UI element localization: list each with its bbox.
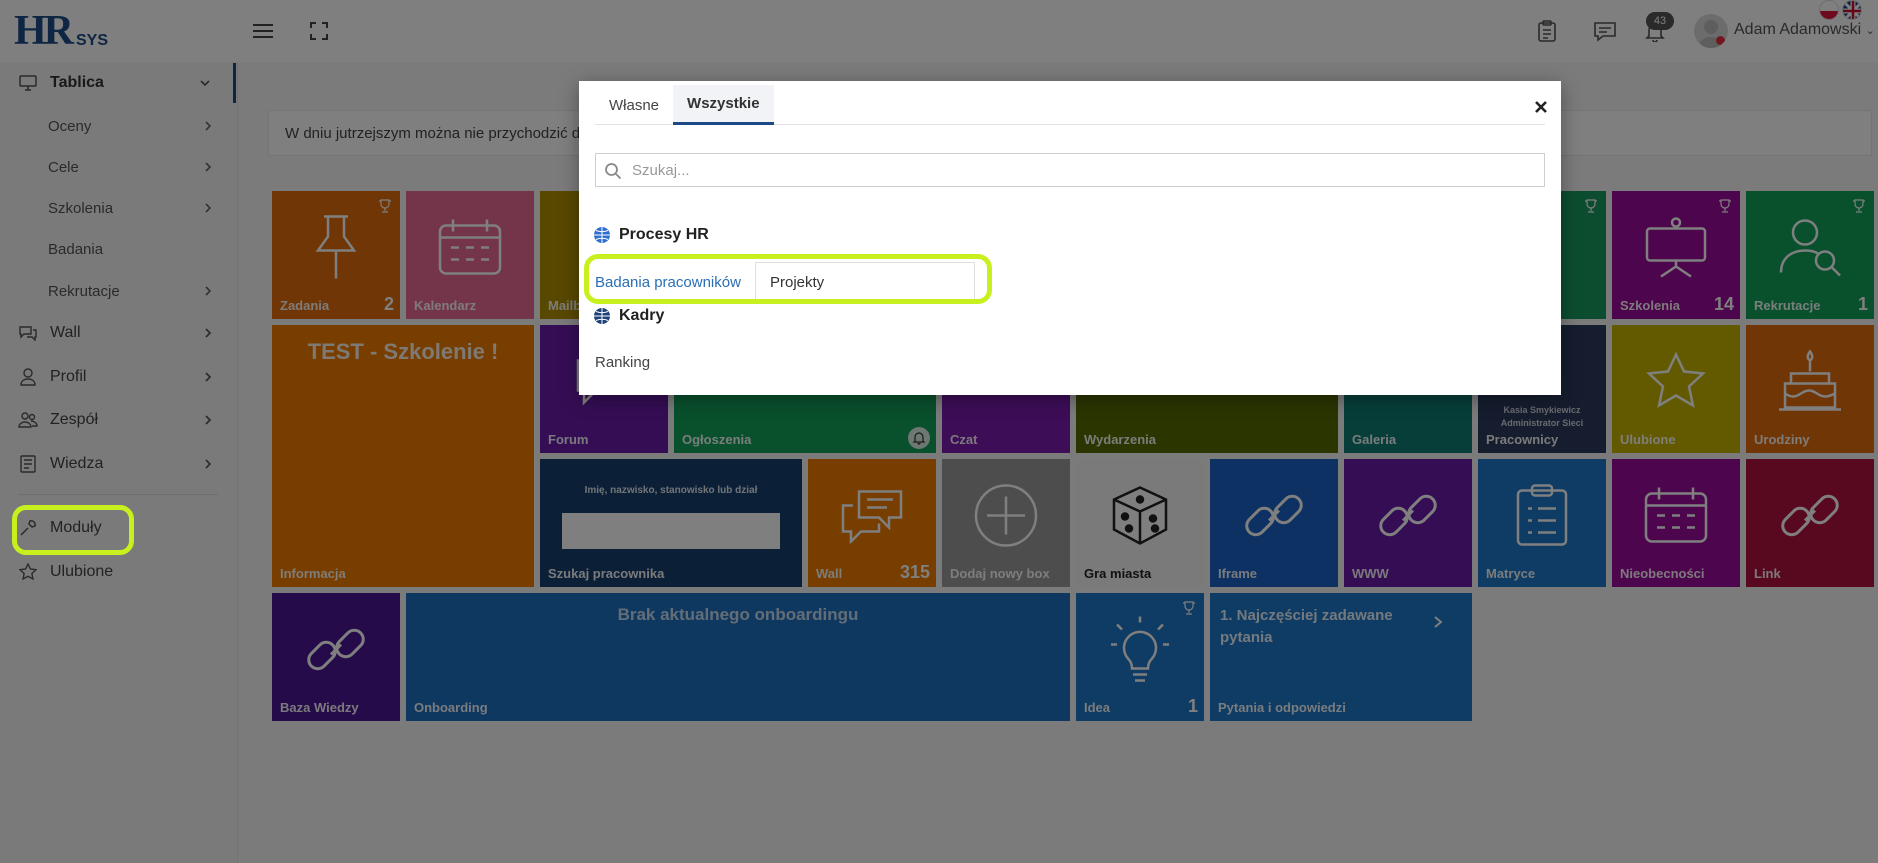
highlight-ring xyxy=(12,505,134,555)
tab-wlasne[interactable]: Własne xyxy=(595,85,673,125)
search-icon xyxy=(604,162,622,180)
tab-wszystkie[interactable]: Wszystkie xyxy=(673,85,774,125)
globe-icon xyxy=(593,226,611,244)
globe-icon xyxy=(593,307,611,325)
group-title: Kadry xyxy=(619,307,665,324)
search-input[interactable] xyxy=(632,154,1532,186)
modal-tabs: Własne Wszystkie xyxy=(595,85,1545,125)
module-search xyxy=(595,153,1545,187)
group-procesy-hr: Procesy HR xyxy=(593,226,709,244)
close-icon[interactable] xyxy=(1533,99,1549,115)
group-kadry: Kadry xyxy=(593,307,664,325)
link-ranking[interactable]: Ranking xyxy=(595,354,650,371)
modules-modal: Własne Wszystkie Procesy HR Badania prac… xyxy=(579,81,1561,395)
group-title: Procesy HR xyxy=(619,226,709,243)
highlight-ring xyxy=(584,254,992,304)
